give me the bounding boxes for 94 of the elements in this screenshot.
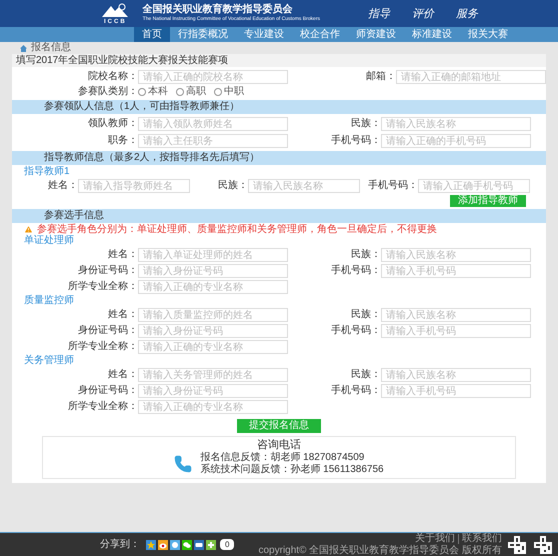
input-field[interactable]: 请输入关务管理师的姓名 (138, 368, 288, 382)
field-label: 手机号码： (330, 326, 381, 336)
field-label: 民族： (350, 119, 381, 129)
input-field[interactable]: 请输入手机号码 (381, 264, 531, 278)
input-field[interactable]: 请输入身份证号码 (138, 324, 288, 338)
nav-tab[interactable]: 标准建设 (404, 27, 460, 42)
input-field[interactable]: 请输入单证处理师的姓名 (138, 248, 288, 262)
field-label: 身份证号码： (77, 326, 138, 336)
field-label: 邮箱： (365, 72, 396, 82)
contact-line: 系统技术问题反馈：孙老师 15611386756 (200, 465, 384, 475)
field-label: 民族： (217, 181, 248, 191)
input-field[interactable]: 请输入手机号码 (381, 324, 531, 338)
share-label: 分享到： (100, 540, 140, 550)
field-label: 领队教师： (87, 119, 138, 129)
qr-code-icon (508, 536, 526, 554)
input-field[interactable]: 请输入正确的专业名称 (138, 340, 288, 354)
warning-text: 参赛选手角色分别为：单证处理师、质量监控师和关务管理师，角色一旦确定后，不得更换 (37, 224, 437, 234)
nav-tab[interactable]: 校企合作 (292, 27, 348, 42)
input-field[interactable]: 请输入指导教师姓名 (78, 179, 190, 193)
input-field[interactable]: 请输入正确的专业名称 (138, 280, 288, 294)
input-field[interactable]: 请输入身份证号码 (138, 264, 288, 278)
section-heading: 指导教师信息（最多2人，按指导排名先后填写） (12, 151, 546, 165)
contact-line: 报名信息反馈：胡老师 18270874509 (200, 453, 366, 463)
star-icon[interactable] (146, 540, 156, 550)
field-label: 身份证号码： (77, 386, 138, 396)
group-title: 指导教师1 (23, 167, 71, 177)
nav-tab[interactable]: 报关大赛 (460, 27, 516, 42)
radio-button[interactable] (138, 88, 146, 96)
input-field[interactable]: 请输入民族名称 (248, 179, 360, 193)
breadcrumb-link[interactable]: 报名信息 (31, 43, 71, 53)
field-label: 所学专业全称： (67, 402, 138, 412)
group-title: 关务管理师 (23, 356, 75, 366)
footer-link[interactable]: 联系我们 (458, 534, 502, 544)
input-field[interactable]: 请输入民族名称 (381, 248, 531, 262)
eye-icon[interactable] (158, 540, 168, 550)
input-field[interactable]: 请输入质量监控师的姓名 (138, 308, 288, 322)
nav-tab[interactable]: 师资建设 (348, 27, 404, 42)
field-label: 手机号码： (330, 386, 381, 396)
field-label: 民族： (350, 250, 381, 260)
site-title: 全国报关职业教育教学指导委员会 (142, 5, 294, 15)
input-field[interactable]: 请输入正确的邮箱地址 (396, 70, 546, 84)
qr-code-icon (534, 536, 552, 554)
field-label: 所学专业全称： (67, 342, 138, 352)
input-field[interactable]: 请输入民族名称 (381, 308, 531, 322)
form-title: 填写2017年全国职业院校技能大赛报关技能赛项 (12, 54, 546, 67)
field-label: 姓名： (47, 181, 78, 191)
group-title: 质量监控师 (23, 296, 75, 306)
field-label: 姓名： (107, 310, 138, 320)
nav-tab[interactable]: 行指委概况 (170, 27, 236, 42)
copyright-text: copyright© 全国报关职业教育教学指导委员会 版权所有 (258, 546, 502, 556)
field-label: 姓名： (107, 370, 138, 380)
field-label: 参赛队类别： (77, 87, 138, 97)
radio-button[interactable] (214, 88, 222, 96)
input-field[interactable]: 请输入主任职务 (138, 134, 288, 148)
field-label: 职务： (107, 136, 138, 146)
warning-icon (24, 225, 33, 234)
field-label: 民族： (350, 370, 381, 380)
input-field[interactable]: 请输入正确的专业名称 (138, 400, 288, 414)
radio-label: 本科 (148, 87, 168, 97)
field-label: 手机号码： (367, 181, 418, 191)
group-title: 单证处理师 (23, 236, 75, 246)
field-label: 姓名： (107, 250, 138, 260)
input-field[interactable]: 请输入正确的院校名称 (138, 70, 288, 84)
radio-button[interactable] (176, 88, 184, 96)
phone-icon (174, 455, 192, 473)
submit-button[interactable]: 提交报名信息 (237, 419, 321, 433)
share-count: 0 (220, 539, 234, 550)
slogan: 指导 (368, 8, 390, 19)
home-icon (20, 44, 27, 52)
plus-icon[interactable] (206, 540, 216, 550)
input-field[interactable]: 请输入手机号码 (381, 384, 531, 398)
field-label: 手机号码： (330, 266, 381, 276)
section-heading: 参赛选手信息 (12, 209, 546, 223)
field-label: 手机号码： (330, 136, 381, 146)
input-field[interactable]: 请输入领队教师姓名 (138, 117, 288, 131)
field-label: 民族： (350, 310, 381, 320)
footer-link[interactable]: 关于我们 (415, 534, 455, 544)
field-label: 身份证号码： (77, 266, 138, 276)
nav-tab[interactable]: 专业建设 (236, 27, 292, 42)
input-field[interactable]: 请输入正确的手机号码 (381, 134, 531, 148)
radio-label: 高职 (186, 87, 206, 97)
input-field[interactable]: 请输入正确手机号码 (418, 179, 530, 193)
nav-tab[interactable]: 首页 (134, 27, 170, 42)
slogan: 服务 (456, 8, 478, 19)
add-teacher-button[interactable]: 添加指导教师 (450, 195, 526, 207)
field-label: 院校名称： (87, 72, 138, 82)
input-field[interactable]: 请输入民族名称 (381, 368, 531, 382)
section-heading: 参赛领队人信息（1人，可由指导教师兼任） (12, 100, 546, 114)
input-field[interactable]: 请输入身份证号码 (138, 384, 288, 398)
field-label: 所学专业全称： (67, 282, 138, 292)
slogan: 评价 (412, 8, 434, 19)
radio-label: 中职 (224, 87, 244, 97)
input-field[interactable]: 请输入民族名称 (381, 117, 531, 131)
contact-title: 咨询电话 (257, 440, 301, 451)
